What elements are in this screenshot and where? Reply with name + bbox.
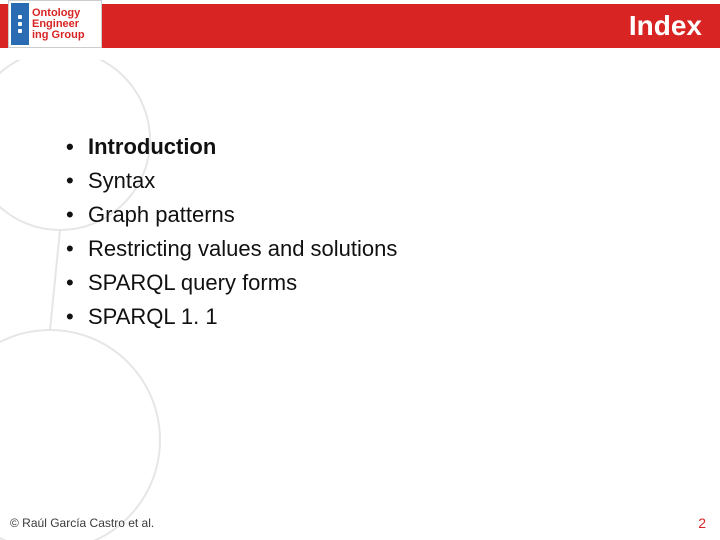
logo-icon	[11, 3, 29, 45]
logo-text: Ontology Engineer ing Group	[29, 3, 99, 45]
logo-line-2: Engineer	[32, 19, 99, 30]
content-area: Introduction Syntax Graph patterns Restr…	[60, 130, 397, 335]
logo-line-3: ing Group	[32, 30, 99, 41]
list-item: Restricting values and solutions	[60, 232, 397, 266]
ontology-engineering-group-logo: Ontology Engineer ing Group	[8, 0, 102, 48]
list-item-label: Syntax	[88, 168, 155, 193]
list-item-label: SPARQL query forms	[88, 270, 297, 295]
index-bullet-list: Introduction Syntax Graph patterns Restr…	[60, 130, 397, 335]
list-item: SPARQL query forms	[60, 266, 397, 300]
header-bar: Index	[0, 4, 720, 48]
list-item-label: Graph patterns	[88, 202, 235, 227]
page-number: 2	[698, 515, 706, 531]
list-item: Introduction	[60, 130, 397, 164]
list-item-label: Introduction	[88, 134, 216, 159]
page-title: Index	[629, 10, 702, 42]
copyright-text: © Raúl García Castro et al.	[10, 516, 154, 530]
list-item-label: Restricting values and solutions	[88, 236, 397, 261]
list-item: Syntax	[60, 164, 397, 198]
list-item: Graph patterns	[60, 198, 397, 232]
footer: © Raúl García Castro et al. 2	[0, 512, 720, 540]
list-item: SPARQL 1. 1	[60, 300, 397, 334]
logo-line-1: Ontology	[32, 8, 99, 19]
slide: Index Ontology Engineer ing Group Introd…	[0, 0, 720, 540]
list-item-label: SPARQL 1. 1	[88, 304, 218, 329]
